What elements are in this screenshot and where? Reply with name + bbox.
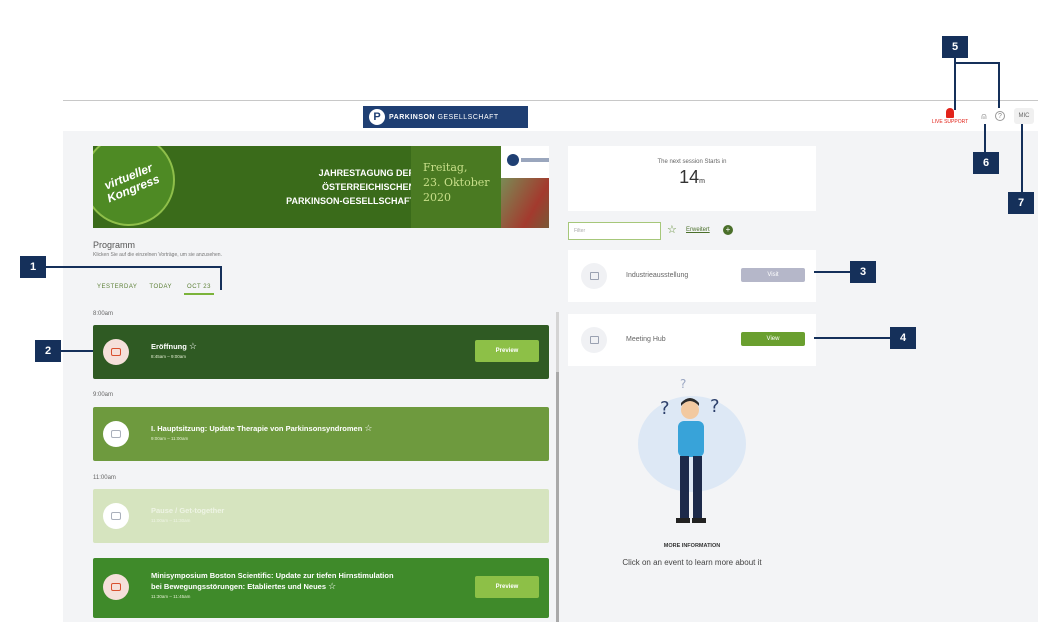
- callout-5-line-v: [998, 62, 1000, 108]
- header-divider: [63, 100, 1038, 101]
- user-avatar[interactable]: MIC: [1014, 108, 1034, 124]
- svg-text:?: ?: [710, 396, 720, 417]
- callout-6: 6: [973, 152, 999, 174]
- more-info-heading: MORE INFORMATION: [663, 543, 721, 549]
- logo-text: PARKINSON GESELLSCHAFT: [389, 113, 499, 121]
- session-card-hauptsitzung[interactable]: I. Hauptsitzung: Update Therapie von Par…: [93, 407, 549, 461]
- session-title: Minisymposium Boston Scientific: Update …: [151, 571, 394, 591]
- session-title: I. Hauptsitzung: Update Therapie von Par…: [151, 423, 373, 433]
- callout-5-line: [954, 58, 956, 110]
- scrollbar-thumb[interactable]: [556, 372, 559, 622]
- favorite-star-icon[interactable]: ☆: [328, 581, 336, 591]
- tab-oct-23[interactable]: OCT 23: [184, 284, 214, 295]
- banner-logo-bar: [521, 158, 549, 162]
- preview-button[interactable]: Preview: [475, 576, 539, 598]
- brand-logo[interactable]: P PARKINSON GESELLSCHAFT: [363, 106, 528, 128]
- callout-1-line: [46, 266, 221, 268]
- time-slot-label: 11:00am: [93, 475, 116, 481]
- banner-logo-icon: [507, 154, 519, 166]
- session-icon: [103, 503, 129, 529]
- next-session-countdown: The next session Starts in 14m: [568, 146, 816, 211]
- callout-7-line: [1021, 124, 1023, 192]
- callout-6-line: [984, 124, 986, 152]
- tab-yesterday[interactable]: YESTERDAY: [97, 284, 137, 295]
- callout-3: 3: [850, 261, 876, 283]
- callout-3-line: [814, 271, 850, 273]
- meeting-hub-icon: [581, 327, 607, 353]
- favorite-star-icon[interactable]: ☆: [189, 341, 197, 351]
- session-title: Pause / Get-together: [151, 506, 225, 515]
- session-time: 11:00am – 11:30am: [151, 518, 191, 523]
- svg-text:?: ?: [680, 377, 686, 391]
- callout-2: 2: [35, 340, 61, 362]
- callout-5-line-h: [955, 62, 999, 64]
- card-label: Industrieausstellung: [626, 272, 689, 279]
- callout-1: 1: [20, 256, 46, 278]
- callout-1-line-v: [220, 266, 222, 290]
- time-slot-label: 8:00am: [93, 311, 114, 317]
- session-time: 11:30am – 11:45am: [151, 594, 191, 599]
- live-support-label: LIVE SUPPORT: [931, 119, 969, 125]
- program-title: Programm: [93, 240, 136, 250]
- program-subtitle: Klicken Sie auf die einzelnen Vorträge, …: [93, 252, 222, 258]
- bell-icon[interactable]: ⍝: [978, 110, 990, 122]
- favorite-star-icon[interactable]: ☆: [364, 423, 372, 433]
- session-title: Eröffnung ☆: [151, 341, 197, 351]
- session-icon: [103, 339, 129, 365]
- live-support-button[interactable]: LIVE SUPPORT: [925, 108, 975, 125]
- countdown-label: The next session Starts in: [657, 159, 727, 165]
- banner-date: Freitag, 23. Oktober 2020: [411, 146, 501, 228]
- countdown-value: 14m: [679, 167, 705, 187]
- callout-7: 7: [1008, 192, 1034, 214]
- logo-p-icon: P: [369, 109, 385, 125]
- help-icon[interactable]: ?: [995, 111, 1005, 121]
- svg-text:?: ?: [660, 398, 670, 419]
- session-time: 8:45am – 9:00am: [151, 354, 187, 359]
- add-filter-icon[interactable]: +: [723, 225, 733, 235]
- view-button[interactable]: View: [741, 332, 805, 346]
- thinking-person-illustration: ? ? ?: [638, 377, 746, 523]
- tab-today[interactable]: TODAY: [149, 284, 172, 295]
- card-label: Meeting Hub: [626, 336, 666, 343]
- exhibition-icon: [581, 263, 607, 289]
- event-banner: virtueller Kongress JAHRESTAGUNG DER ÖSTE…: [93, 146, 549, 228]
- banner-title: JAHRESTAGUNG DER ÖSTERREICHISCHEN PARKIN…: [286, 168, 415, 206]
- time-slot-label: 9:00am: [93, 392, 114, 398]
- session-card-minisymposium[interactable]: Minisymposium Boston Scientific: Update …: [93, 558, 549, 618]
- day-tabs: YESTERDAY TODAY OCT 23: [97, 284, 214, 295]
- session-card-eroeffnung[interactable]: Eröffnung ☆ 8:45am – 9:00am Preview: [93, 325, 549, 379]
- favorites-star-icon[interactable]: ☆: [667, 223, 677, 236]
- callout-2-line: [61, 350, 93, 352]
- banner-photo: [501, 146, 549, 228]
- support-person-icon: [946, 108, 954, 118]
- visit-button[interactable]: Visit: [741, 268, 805, 282]
- more-info-text: Click on an event to learn more about it: [622, 558, 762, 567]
- tram-photo: [501, 178, 549, 228]
- session-icon: [103, 421, 129, 447]
- callout-4: 4: [890, 327, 916, 349]
- advanced-filter-link[interactable]: Erweitert: [686, 227, 710, 233]
- session-card-pause[interactable]: Pause / Get-together 11:00am – 11:30am: [93, 489, 549, 543]
- card-industrieausstellung[interactable]: Industrieausstellung Visit: [568, 250, 816, 302]
- filter-input[interactable]: Filter: [568, 222, 661, 240]
- preview-button[interactable]: Preview: [475, 340, 539, 362]
- card-meeting-hub[interactable]: Meeting Hub View: [568, 314, 816, 366]
- session-time: 9:00am – 11:00am: [151, 436, 189, 441]
- session-icon: [103, 574, 129, 600]
- callout-5: 5: [942, 36, 968, 58]
- callout-4-line: [814, 337, 890, 339]
